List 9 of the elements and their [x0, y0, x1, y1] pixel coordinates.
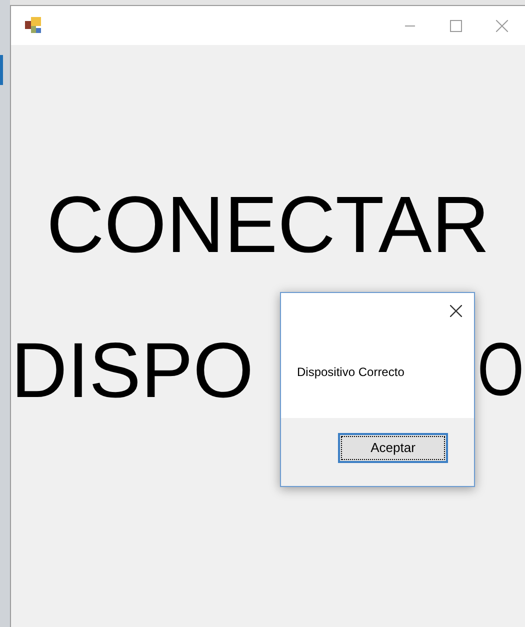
close-icon	[496, 20, 508, 32]
heading-text: DISPO	[11, 337, 254, 403]
maximize-icon	[450, 20, 462, 32]
app-icon	[25, 17, 42, 34]
heading-text: CONECTAR	[46, 185, 490, 265]
ok-button[interactable]: Aceptar	[338, 433, 448, 463]
message-text: Dispositivo Correcto	[297, 364, 406, 381]
close-icon	[450, 305, 462, 317]
heading-text: O	[477, 328, 524, 412]
